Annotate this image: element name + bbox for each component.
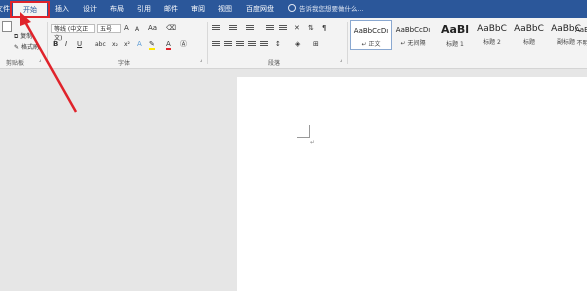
annotation-arrow [20,12,78,113]
